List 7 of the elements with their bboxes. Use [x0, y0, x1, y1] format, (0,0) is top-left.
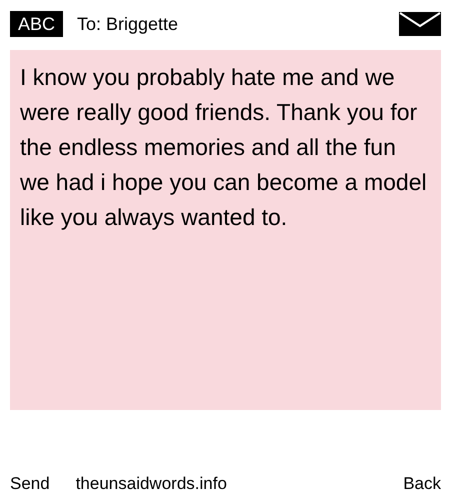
input-mode-badge: ABC [10, 11, 64, 37]
send-button[interactable]: Send [10, 473, 50, 495]
back-button[interactable]: Back [403, 473, 441, 495]
message-text: I know you probably hate me and we were really good friends. Thank you for the endless memories and all the fun we had i hope you can become a model like you always wanted to. [10, 50, 441, 410]
website-label: theunsaidwords.info [76, 473, 228, 495]
envelope-icon [399, 12, 441, 36]
recipient-label: To: Briggette [77, 14, 180, 34]
